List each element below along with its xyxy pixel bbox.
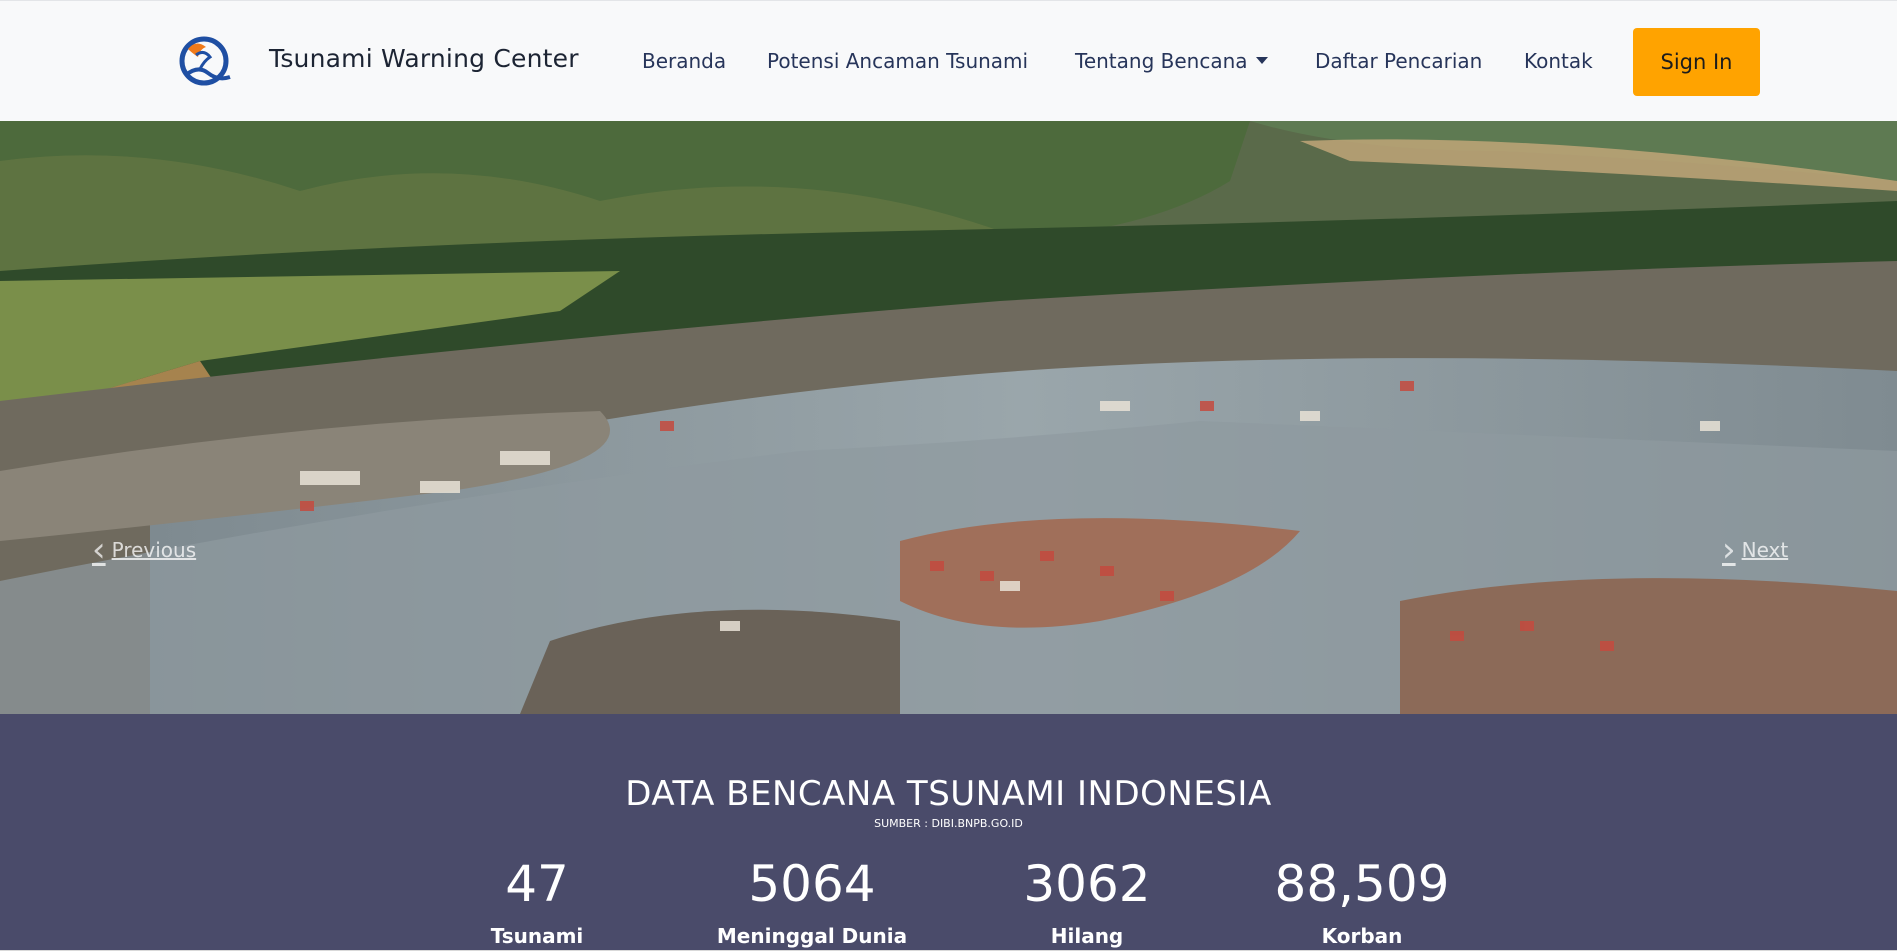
- stat-label: Meninggal Dunia: [716, 924, 908, 948]
- hero-carousel: ‹ Previous › Next: [0, 121, 1897, 714]
- chevron-right-icon: ›: [1722, 530, 1736, 570]
- nav-beranda[interactable]: Beranda: [642, 49, 726, 73]
- brand-title[interactable]: Tsunami Warning Center: [269, 44, 579, 73]
- stat-label: Hilang: [1050, 924, 1124, 948]
- nav-tentang-bencana-label: Tentang Bencana: [1075, 49, 1248, 73]
- carousel-next-button[interactable]: › Next: [1722, 530, 1789, 570]
- carousel-previous-label: Previous: [111, 538, 197, 562]
- caret-down-icon: [1255, 57, 1268, 64]
- stat-value: 5064: [748, 855, 876, 913]
- stat-value: 47: [505, 855, 569, 913]
- stat-hilang: 3062 Hilang: [957, 854, 1217, 948]
- stat-value: 88,509: [1274, 855, 1450, 913]
- stat-label: Korban: [1321, 924, 1403, 948]
- nav-daftar-pencarian[interactable]: Daftar Pencarian: [1315, 49, 1482, 73]
- tsunami-stats-section: DATA BENCANA TSUNAMI INDONESIA SUMBER : …: [0, 714, 1897, 951]
- nav-tentang-bencana-dropdown[interactable]: Tentang Bencana: [1075, 49, 1268, 73]
- stat-korban: 88,509 Korban: [1232, 854, 1492, 948]
- stats-source: SUMBER : DIBI.BNPB.GO.ID: [874, 817, 1023, 830]
- carousel-next-label: Next: [1741, 538, 1789, 562]
- stat-meninggal-dunia: 5064 Meninggal Dunia: [682, 854, 942, 948]
- carousel-previous-button[interactable]: ‹ Previous: [92, 530, 197, 570]
- stats-title: DATA BENCANA TSUNAMI INDONESIA: [625, 774, 1272, 814]
- hero-image-flooded-town: [0, 121, 1897, 714]
- navbar: Tsunami Warning Center Beranda Potensi A…: [0, 0, 1897, 121]
- nav-potensi-ancaman-tsunami[interactable]: Potensi Ancaman Tsunami: [767, 49, 1028, 73]
- chevron-left-icon: ‹: [92, 530, 106, 570]
- stat-tsunami: 47 Tsunami: [407, 854, 667, 948]
- nav-kontak[interactable]: Kontak: [1524, 49, 1593, 73]
- sign-in-button[interactable]: Sign In: [1633, 28, 1760, 96]
- stat-label: Tsunami: [490, 924, 584, 948]
- tsunami-wave-logo-icon[interactable]: [178, 35, 232, 89]
- stat-value: 3062: [1023, 855, 1151, 913]
